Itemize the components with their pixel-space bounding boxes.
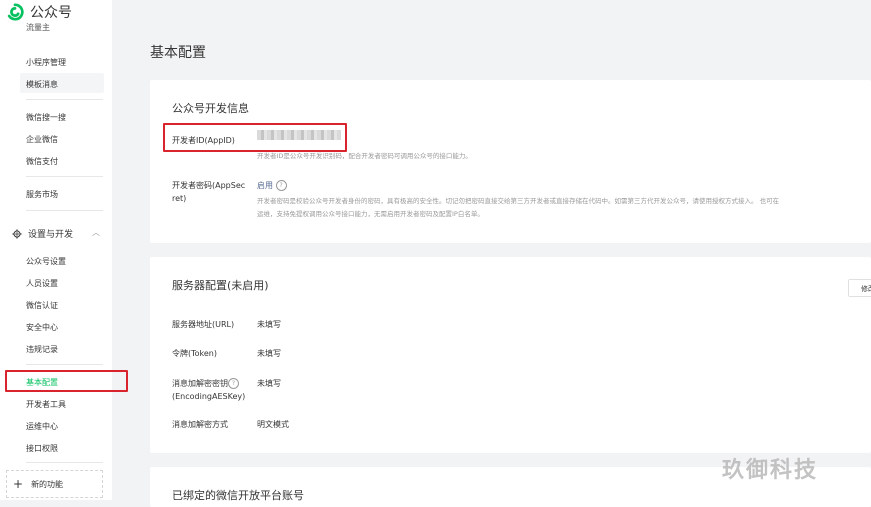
secret-status: 启用 ? (257, 180, 287, 191)
sidebar-item-security[interactable]: 安全中心 (26, 322, 58, 333)
watermark: 玖御科技 (722, 458, 819, 483)
sidebar-divider (26, 462, 103, 463)
token-label: 令牌(Token) (172, 349, 218, 358)
sidebar-item-template-msg[interactable]: 模板消息 (26, 79, 58, 90)
dev-info-title: 公众号开发信息 (172, 102, 249, 115)
modify-button[interactable]: 修改 (848, 279, 871, 297)
sidebar-item-violations[interactable]: 违规记录 (26, 344, 58, 355)
sidebar-divider (26, 99, 103, 100)
sidebar-item-ops-center[interactable]: 运维中心 (26, 421, 58, 432)
highlight-box (5, 370, 128, 392)
sidebar-divider (26, 176, 103, 177)
dev-info-card: 公众号开发信息 开发者ID(AppID) 开发者ID是公众号开发识别码，配合开发… (150, 80, 871, 243)
sidebar-item-dev-tools[interactable]: 开发者工具 (26, 399, 66, 410)
sidebar-item-miniprogram[interactable]: 小程序管理 (26, 57, 66, 68)
help-icon[interactable]: ? (275, 180, 287, 191)
highlight-box (163, 123, 347, 152)
sidebar-item-search[interactable]: 微信搜一搜 (26, 112, 66, 123)
help-icon[interactable]: ? (228, 378, 239, 389)
server-config-card: 服务器配置(未启用) 修改 服务器地址(URL) 未填写 令牌(Token) 未… (150, 257, 871, 453)
sidebar-section-label: 设置与开发 (28, 230, 74, 240)
aes-key-label: 消息加解密密钥? (EncodingAESKey) (172, 378, 246, 401)
new-feature-label: 新的功能 (31, 479, 64, 489)
server-url-label: 服务器地址(URL) (172, 320, 235, 329)
sidebar-item-verification[interactable]: 微信认证 (26, 300, 58, 311)
aes-key-value: 未填写 (257, 379, 281, 388)
secret-description-2: 运维，支持免提权调用公众号接口能力，无需启用开发者密码及配置IP白名单。 (257, 210, 484, 218)
sidebar-section-settings-dev[interactable]: 设置与开发 ︿ (12, 227, 100, 240)
wechat-mp-logo-icon (7, 3, 24, 21)
sidebar-item-work-wechat[interactable]: 企业微信 (26, 134, 58, 145)
sidebar: 流量主 小程序管理 模板消息 微信搜一搜 企业微信 微信支付 服务市场 设置与开… (0, 0, 128, 500)
sidebar-item-members[interactable]: 人员设置 (26, 278, 58, 289)
server-url-value: 未填写 (257, 320, 281, 329)
sidebar-item-service-market[interactable]: 服务市场 (26, 189, 58, 200)
bound-platform-title: 已绑定的微信开放平台账号 (172, 489, 304, 502)
encrypt-mode-value: 明文模式 (257, 420, 289, 429)
chevron-up-icon[interactable]: ︿ (92, 227, 100, 238)
sidebar-item-api-permissions[interactable]: 接口权限 (26, 443, 58, 454)
sidebar-item-wechat-pay[interactable]: 微信支付 (26, 156, 58, 167)
secret-label: 开发者密码(AppSec ret) (172, 181, 246, 203)
secret-description-1: 开发者密码是校验公众号开发者身份的密码，具有极高的安全性。切记勿把密码直接交给第… (257, 197, 780, 205)
plus-icon: + (13, 477, 24, 491)
new-feature-button[interactable]: + 新的功能 (6, 470, 103, 498)
gear-icon (12, 229, 22, 238)
page-title: 基本配置 (150, 45, 206, 61)
app-title: 公众号 (30, 5, 72, 21)
secret-enable-link[interactable]: 启用 (257, 181, 273, 190)
server-config-title: 服务器配置(未启用) (172, 279, 269, 292)
sidebar-item-account-settings[interactable]: 公众号设置 (26, 256, 66, 267)
sidebar-divider (26, 364, 103, 365)
sidebar-divider (26, 210, 103, 211)
sidebar-item-liuliangzhu[interactable]: 流量主 (26, 22, 50, 33)
app-logo[interactable]: 公众号 (6, 2, 72, 22)
encrypt-mode-label: 消息加解密方式 (172, 420, 228, 429)
token-value: 未填写 (257, 349, 281, 358)
